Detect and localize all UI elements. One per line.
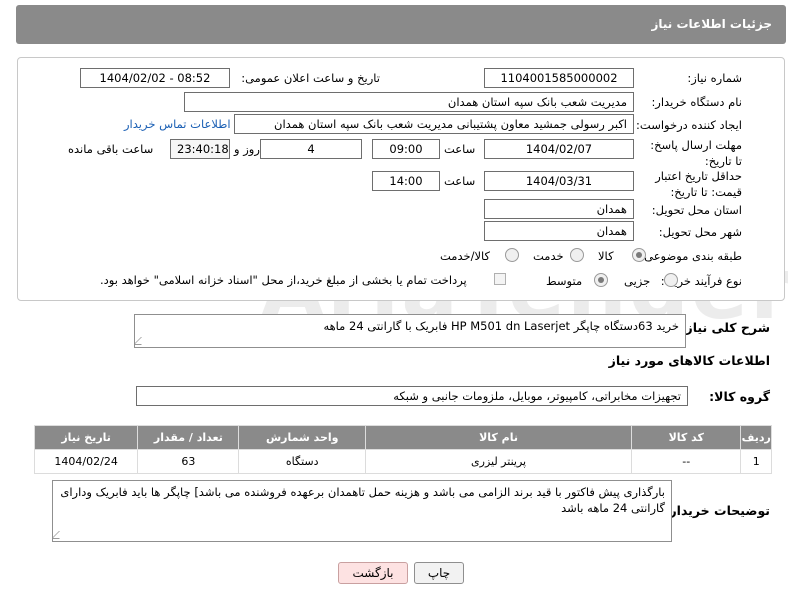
price-validity-label: حداقل تاریخ اعتبار قیمت: تا تاریخ:	[655, 169, 742, 199]
creator-label: ایجاد کننده درخواست:	[636, 118, 742, 132]
goods-group-field: تجهیزات مخابراتی، کامپیوتر، موبایل، ملزو…	[136, 386, 688, 406]
province-field: همدان	[484, 199, 634, 219]
days-label: روز و	[234, 142, 260, 156]
creator-field: اکبر رسولی جمشید معاون پشتیبانی مدیریت ش…	[234, 114, 634, 134]
process-option-medium: متوسط	[546, 274, 583, 288]
days-remaining-field: 4	[260, 139, 362, 159]
page-header: جزئیات اطلاعات نیاز	[16, 5, 786, 44]
cell-need-date: 1404/02/24	[33, 449, 139, 474]
price-validity-time-label: ساعت	[444, 174, 476, 188]
process-radio-medium[interactable]	[594, 273, 608, 287]
announce-date-field: 1404/02/02 - 08:52	[80, 68, 230, 88]
reply-time-field: 09:00	[372, 139, 440, 159]
col-item-code: کد کالا	[631, 425, 742, 450]
need-number-label: شماره نیاز:	[687, 71, 742, 85]
city-field: همدان	[484, 221, 634, 241]
col-unit: واحد شمارش	[238, 425, 366, 450]
cell-item-code: --	[631, 449, 742, 474]
buyer-notes-label: توضیحات خریدار:	[664, 503, 770, 518]
cell-row-number: 1	[740, 449, 772, 474]
category-option-goods: کالا	[598, 249, 614, 263]
category-radio-goods-service[interactable]	[505, 248, 519, 262]
process-radio-minor[interactable]	[664, 273, 678, 287]
cell-unit: دستگاه	[238, 449, 366, 474]
category-option-goods-service: کالا/خدمت	[440, 249, 491, 263]
category-label: طبقه بندی موضوعی:	[640, 249, 742, 263]
buyer-org-field: مدیریت شعب بانک سپه استان همدان	[184, 92, 634, 112]
buyer-notes-textarea: بارگذاری پیش فاکتور با قید برند الزامی م…	[52, 480, 672, 542]
remaining-time-label: ساعت باقی مانده	[68, 142, 154, 156]
price-validity-time-field: 14:00	[372, 171, 440, 191]
back-button[interactable]: بازگشت	[338, 562, 408, 584]
goods-section-title: اطلاعات کالاهای مورد نیاز	[608, 353, 770, 368]
description-text: خرید 63دستگاه چاپگر HP M501 dn Laserjet …	[323, 319, 679, 333]
remaining-time-field: 23:40:18	[170, 139, 230, 159]
category-option-service: خدمت	[533, 249, 564, 263]
category-radio-goods[interactable]	[632, 248, 646, 262]
cell-item-name: پرینتر لیزری	[364, 449, 633, 474]
process-option-minor: جزیی	[624, 274, 651, 288]
announce-date-label: تاریخ و ساعت اعلان عمومی:	[241, 71, 380, 85]
province-label: استان محل تحویل:	[651, 203, 742, 217]
table-row: 1 -- پرینتر لیزری دستگاه 63 1404/02/24	[33, 449, 772, 474]
category-radio-service[interactable]	[570, 248, 584, 262]
col-need-date: تاریخ نیاز	[33, 425, 139, 450]
col-row-number: ردیف	[740, 425, 772, 450]
buyer-notes-text: بارگذاری پیش فاکتور با قید برند الزامی م…	[60, 485, 665, 515]
col-item-name: نام کالا	[364, 425, 633, 450]
buyer-contact-link[interactable]: اطلاعات تماس خریدار	[124, 117, 231, 131]
resize-grip-icon[interactable]	[135, 337, 149, 345]
reply-time-label: ساعت	[444, 142, 476, 156]
goods-group-label: گروه کالا:	[709, 389, 770, 404]
page-title: جزئیات اطلاعات نیاز	[651, 17, 772, 31]
reply-deadline-label: مهلت ارسال پاسخ: تا تاریخ:	[650, 138, 742, 168]
print-button[interactable]: چاپ	[414, 562, 464, 584]
treasury-payment-checkbox[interactable]	[494, 273, 506, 285]
need-number-field: 1104001585000002	[484, 68, 634, 88]
goods-table: ردیف کد کالا نام کالا واحد شمارش تعداد /…	[33, 425, 772, 474]
cell-quantity: 63	[137, 449, 240, 474]
description-textarea: خرید 63دستگاه چاپگر HP M501 dn Laserjet …	[134, 314, 686, 348]
goods-table-header: ردیف کد کالا نام کالا واحد شمارش تعداد /…	[33, 425, 772, 450]
resize-grip-icon[interactable]	[53, 531, 67, 539]
buyer-org-label: نام دستگاه خریدار:	[651, 95, 742, 109]
price-validity-date-field: 1404/03/31	[484, 171, 634, 191]
treasury-payment-note: پرداخت تمام یا بخشی از مبلغ خرید،از محل …	[100, 273, 467, 287]
description-label: شرح کلی نیاز:	[680, 320, 770, 335]
col-quantity: تعداد / مقدار	[137, 425, 240, 450]
city-label: شهر محل تحویل:	[658, 225, 742, 239]
reply-date-field: 1404/02/07	[484, 139, 634, 159]
